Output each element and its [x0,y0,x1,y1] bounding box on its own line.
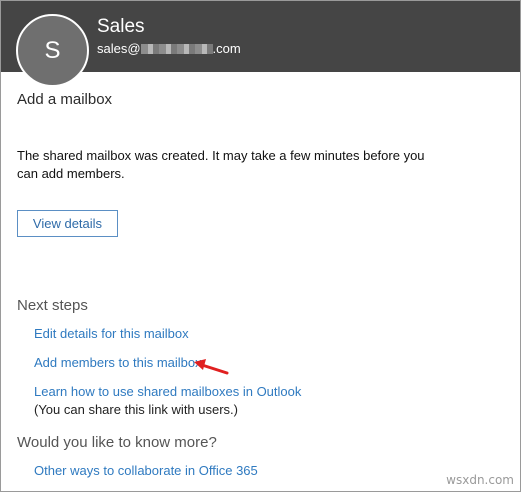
know-more-title: Would you like to know more? [17,434,217,451]
edit-details-link[interactable]: Edit details for this mailbox [34,326,189,341]
share-link-note: (You can share this link with users.) [34,402,239,417]
view-details-button[interactable]: View details [17,210,118,237]
mailbox-email: sales@ .com [97,41,241,56]
red-arrow-icon [194,359,229,375]
email-prefix: sales@ [97,41,141,56]
email-suffix: .com [212,41,241,56]
page-title: Add a mailbox [17,91,113,108]
status-message: The shared mailbox was created. It may t… [17,148,425,181]
next-steps-title: Next steps [17,297,88,314]
collaborate-office365-link[interactable]: Other ways to collaborate in Office 365 [34,463,258,478]
mailbox-title: Sales [97,16,145,37]
add-members-link[interactable]: Add members to this mailbox [34,355,202,370]
watermark: wsxdn.com [446,473,514,487]
avatar: S [16,14,89,87]
mailbox-panel: Sales sales@ .com S Add a mailbox The sha… [0,0,521,492]
redacted-domain [140,44,213,54]
learn-shared-mailboxes-link[interactable]: Learn how to use shared mailboxes in Out… [34,384,301,399]
